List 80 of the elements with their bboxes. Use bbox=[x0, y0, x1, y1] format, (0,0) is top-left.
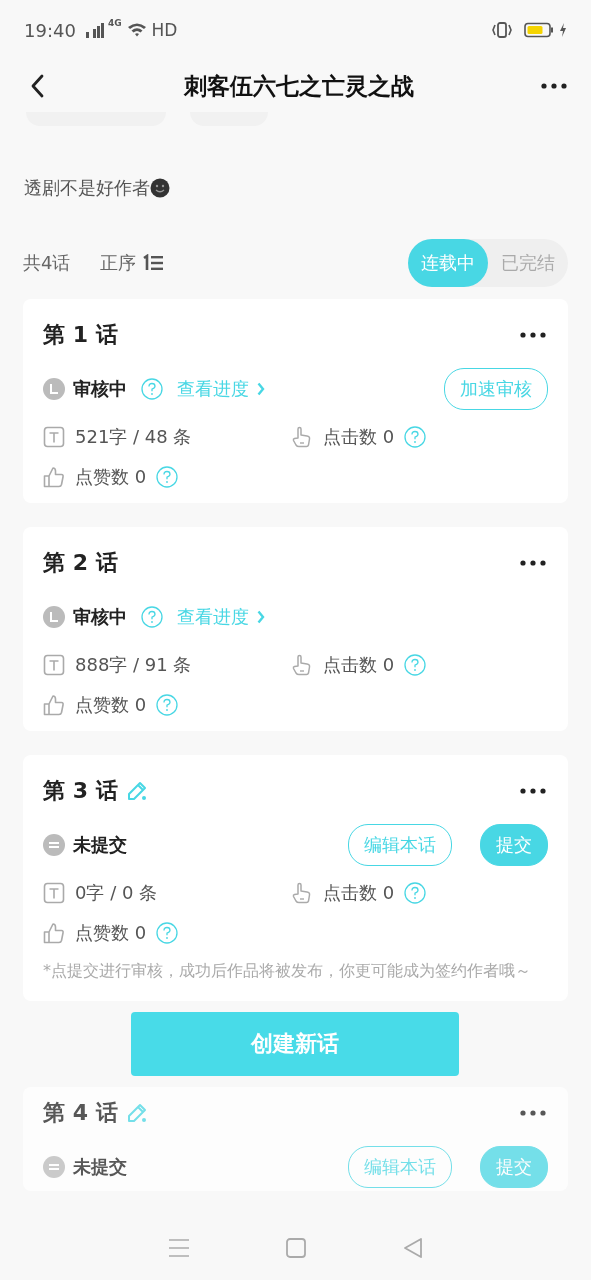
sort-toggle[interactable]: 正序 bbox=[100, 251, 137, 275]
episode-card[interactable]: 第 3 话 未提交 编辑本话 提交 0字 / 0 条 点击数 0 点赞数 0 *点提交进行审核，成功后作品将被发布，你更可能成为签约作者哦～ bbox=[23, 755, 568, 1001]
episode-card[interactable]: 第 1 话 审核中 查看进度 加速审核 521字 / 48 条 点击数 0 点赞数 0 bbox=[23, 299, 568, 503]
sort-icon[interactable] bbox=[142, 254, 165, 272]
text-icon bbox=[43, 882, 65, 904]
charging-icon bbox=[559, 23, 567, 37]
help-icon[interactable] bbox=[141, 606, 163, 628]
wifi-icon bbox=[126, 22, 147, 38]
episode-title: 第 1 话 bbox=[43, 321, 118, 349]
text-icon bbox=[43, 654, 65, 676]
status-time: 19:40 bbox=[24, 19, 76, 41]
word-count: 521字 / 48 条 bbox=[75, 425, 192, 449]
home-square-icon[interactable] bbox=[284, 1237, 307, 1259]
progress-link[interactable]: 查看进度 bbox=[177, 377, 249, 401]
pointer-hand-icon bbox=[291, 654, 313, 676]
episode-title: 第 3 话 bbox=[43, 777, 118, 805]
battery-icon bbox=[524, 22, 554, 38]
click-count: 点击数 0 bbox=[323, 425, 395, 449]
status-label: 未提交 bbox=[73, 833, 127, 857]
smiley-icon bbox=[150, 178, 170, 198]
like-count: 点赞数 0 bbox=[75, 921, 147, 945]
submit-hint: *点提交进行审核，成功后作品将被发布，你更可能成为签约作者哦～ bbox=[43, 960, 532, 982]
back-icon[interactable] bbox=[30, 74, 44, 98]
episode-card[interactable]: 第 2 话 审核中 查看进度 888字 / 91 条 点击数 0 点赞数 0 bbox=[23, 527, 568, 731]
episode-card[interactable]: 第 4 话 未提交 编辑本话 提交 bbox=[23, 1087, 568, 1191]
episode-count: 共4话 bbox=[23, 251, 71, 275]
more-icon[interactable] bbox=[520, 560, 546, 566]
filter-tab[interactable]: 连载中 bbox=[408, 239, 488, 287]
click-count: 点击数 0 bbox=[323, 653, 395, 677]
more-icon[interactable] bbox=[520, 1110, 546, 1116]
help-icon[interactable] bbox=[404, 426, 427, 448]
help-icon[interactable] bbox=[404, 882, 427, 904]
status-label: 审核中 bbox=[73, 377, 127, 401]
like-count: 点赞数 0 bbox=[75, 465, 147, 489]
help-icon[interactable] bbox=[156, 922, 179, 944]
minus-circle-icon bbox=[43, 1156, 65, 1178]
action-button[interactable]: 编辑本话 bbox=[348, 1146, 452, 1188]
network-label: 4G bbox=[107, 18, 122, 28]
minus-circle-icon bbox=[43, 834, 65, 856]
page-title: 刺客伍六七之亡灵之战 bbox=[182, 71, 415, 101]
vibrate-icon bbox=[491, 22, 513, 38]
help-icon[interactable] bbox=[404, 654, 427, 676]
author-note: 透剧不是好作者 bbox=[24, 176, 150, 200]
clock-icon bbox=[43, 606, 65, 628]
status-label: 未提交 bbox=[73, 1155, 127, 1179]
chevron-right-icon[interactable] bbox=[257, 382, 265, 396]
action-button[interactable]: 加速审核 bbox=[444, 368, 548, 410]
episode-title: 第 4 话 bbox=[43, 1099, 118, 1127]
thumbs-up-icon bbox=[43, 694, 65, 716]
word-count: 0字 / 0 条 bbox=[75, 881, 158, 905]
pencil-icon[interactable] bbox=[125, 780, 148, 802]
like-count: 点赞数 0 bbox=[75, 693, 147, 717]
pointer-hand-icon bbox=[291, 882, 313, 904]
help-icon[interactable] bbox=[156, 694, 179, 716]
create-episode-button[interactable]: 创建新话 bbox=[131, 1012, 459, 1076]
thumbs-up-icon bbox=[43, 466, 65, 488]
pointer-hand-icon bbox=[291, 426, 313, 448]
submit-button[interactable]: 提交 bbox=[480, 1146, 548, 1188]
filter-tab[interactable]: 已完结 bbox=[488, 239, 568, 287]
more-icon[interactable] bbox=[520, 788, 546, 794]
clock-icon bbox=[43, 378, 65, 400]
thumbs-up-icon bbox=[43, 922, 65, 944]
back-triangle-icon[interactable] bbox=[401, 1237, 424, 1259]
episode-title: 第 2 话 bbox=[43, 549, 118, 577]
progress-link[interactable]: 查看进度 bbox=[177, 605, 249, 629]
submit-button[interactable]: 提交 bbox=[480, 824, 548, 866]
word-count: 888字 / 91 条 bbox=[75, 653, 192, 677]
more-icon[interactable] bbox=[520, 332, 546, 338]
help-icon[interactable] bbox=[156, 466, 179, 488]
action-button[interactable]: 编辑本话 bbox=[348, 824, 452, 866]
menu-icon[interactable] bbox=[167, 1237, 190, 1259]
hd-label: HD bbox=[151, 20, 178, 40]
more-icon[interactable] bbox=[541, 83, 567, 89]
pencil-icon[interactable] bbox=[125, 1102, 148, 1124]
click-count: 点击数 0 bbox=[323, 881, 395, 905]
text-icon bbox=[43, 426, 65, 448]
help-icon[interactable] bbox=[141, 378, 163, 400]
status-label: 审核中 bbox=[73, 605, 127, 629]
signal-icon bbox=[84, 22, 107, 38]
chevron-right-icon[interactable] bbox=[257, 610, 265, 624]
